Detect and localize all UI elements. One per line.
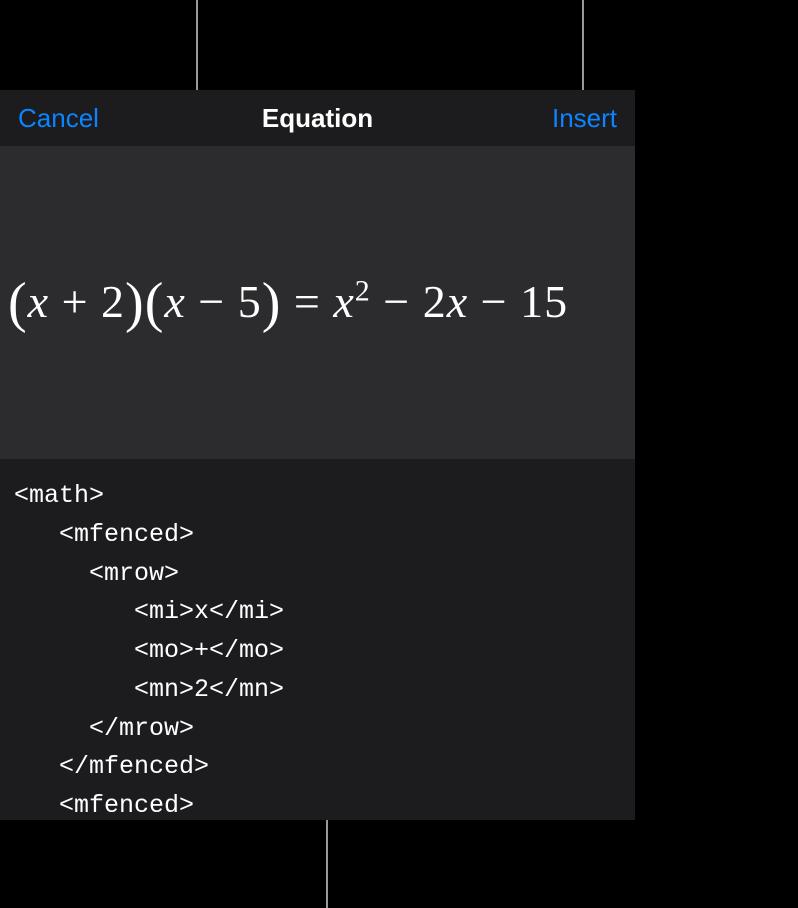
dialog-title: Equation — [262, 103, 373, 134]
mathml-code-input[interactable]: <math> <mfenced> <mrow> <mi>x</mi> <mo>+… — [0, 459, 635, 820]
equation-preview: (x + 2)(x − 5) = x2 − 2x − 15 — [0, 146, 635, 459]
equation-dialog: Cancel Equation Insert (x + 2)(x − 5) = … — [0, 90, 635, 820]
callout-line-insert — [582, 0, 584, 90]
dialog-header: Cancel Equation Insert — [0, 90, 635, 146]
equation-render: (x + 2)(x − 5) = x2 − 2x − 15 — [8, 271, 568, 335]
cancel-button[interactable]: Cancel — [18, 103, 99, 134]
insert-button[interactable]: Insert — [552, 103, 617, 134]
